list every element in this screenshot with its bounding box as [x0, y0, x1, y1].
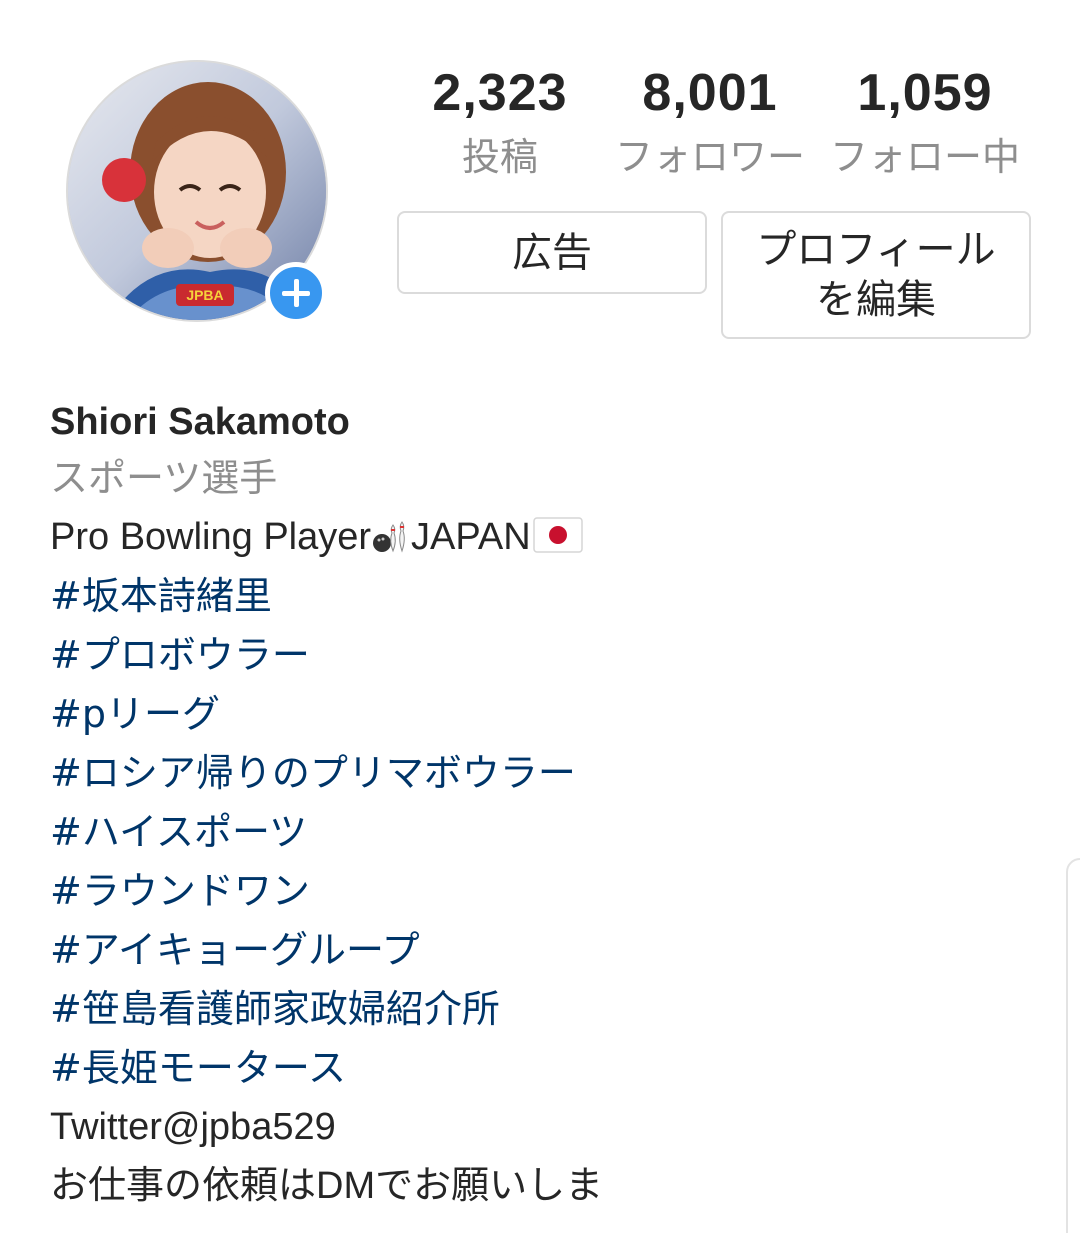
ad-button[interactable]: 広告: [397, 211, 707, 294]
bio-description-suffix: JAPAN: [411, 516, 531, 558]
profile-category: スポーツ選手: [50, 456, 278, 500]
hashtag-link[interactable]: #ハイスポーツ: [50, 806, 1050, 865]
scroll-panel-edge: [1066, 858, 1080, 1233]
bio-description: Pro Bowling Player JAPAN: [50, 511, 1050, 570]
hashtag-link[interactable]: #pリーグ: [50, 688, 1050, 747]
hashtag-link[interactable]: #坂本詩緒里: [50, 570, 1050, 629]
hashtag-link[interactable]: #プロボウラー: [50, 629, 1050, 688]
posts-label: 投稿: [461, 135, 538, 179]
bowling-icon: [373, 521, 405, 553]
following-count: 1,059: [857, 64, 993, 122]
following-label: フォロー中: [829, 135, 1020, 179]
add-story-plus-icon[interactable]: [265, 262, 327, 324]
stat-following[interactable]: 1,059 フォロー中: [815, 62, 1035, 182]
stat-followers[interactable]: 8,001 フォロワー: [600, 62, 820, 182]
japan-flag-icon: [532, 517, 583, 553]
followers-count: 8,001: [642, 64, 778, 122]
hashtag-link[interactable]: #アイキョーグループ: [50, 924, 1050, 983]
svg-text:JPBA: JPBA: [186, 287, 223, 303]
twitter-handle: Twitter@jpba529: [50, 1106, 336, 1148]
hashtag-link[interactable]: #笹島看護師家政婦紹介所: [50, 983, 1050, 1042]
posts-count: 2,323: [432, 64, 568, 122]
bio-section: Shiori Sakamoto スポーツ選手 Pro Bowling Playe…: [50, 396, 1050, 1219]
work-request-note: お仕事の依頼はDMでお願いしま: [50, 1165, 604, 1207]
edit-profile-button[interactable]: プロフィール を編集: [721, 211, 1031, 339]
hashtag-link[interactable]: #長姫モータース: [50, 1042, 1050, 1101]
bio-description-text: Pro Bowling Player: [50, 516, 372, 558]
hashtag-link[interactable]: #ラウンドワン: [50, 865, 1050, 924]
hashtag-link[interactable]: #ロシア帰りのプリマボウラー: [50, 747, 1050, 806]
profile-screen: JPBA 2,323 投稿 8,001 フォロワー 1,059 フォロー中 広告…: [0, 0, 1080, 1233]
followers-label: フォロワー: [614, 135, 805, 179]
profile-name: Shiori Sakamoto: [50, 401, 350, 443]
stat-posts[interactable]: 2,323 投稿: [390, 62, 610, 182]
avatar-container: JPBA: [66, 60, 328, 324]
